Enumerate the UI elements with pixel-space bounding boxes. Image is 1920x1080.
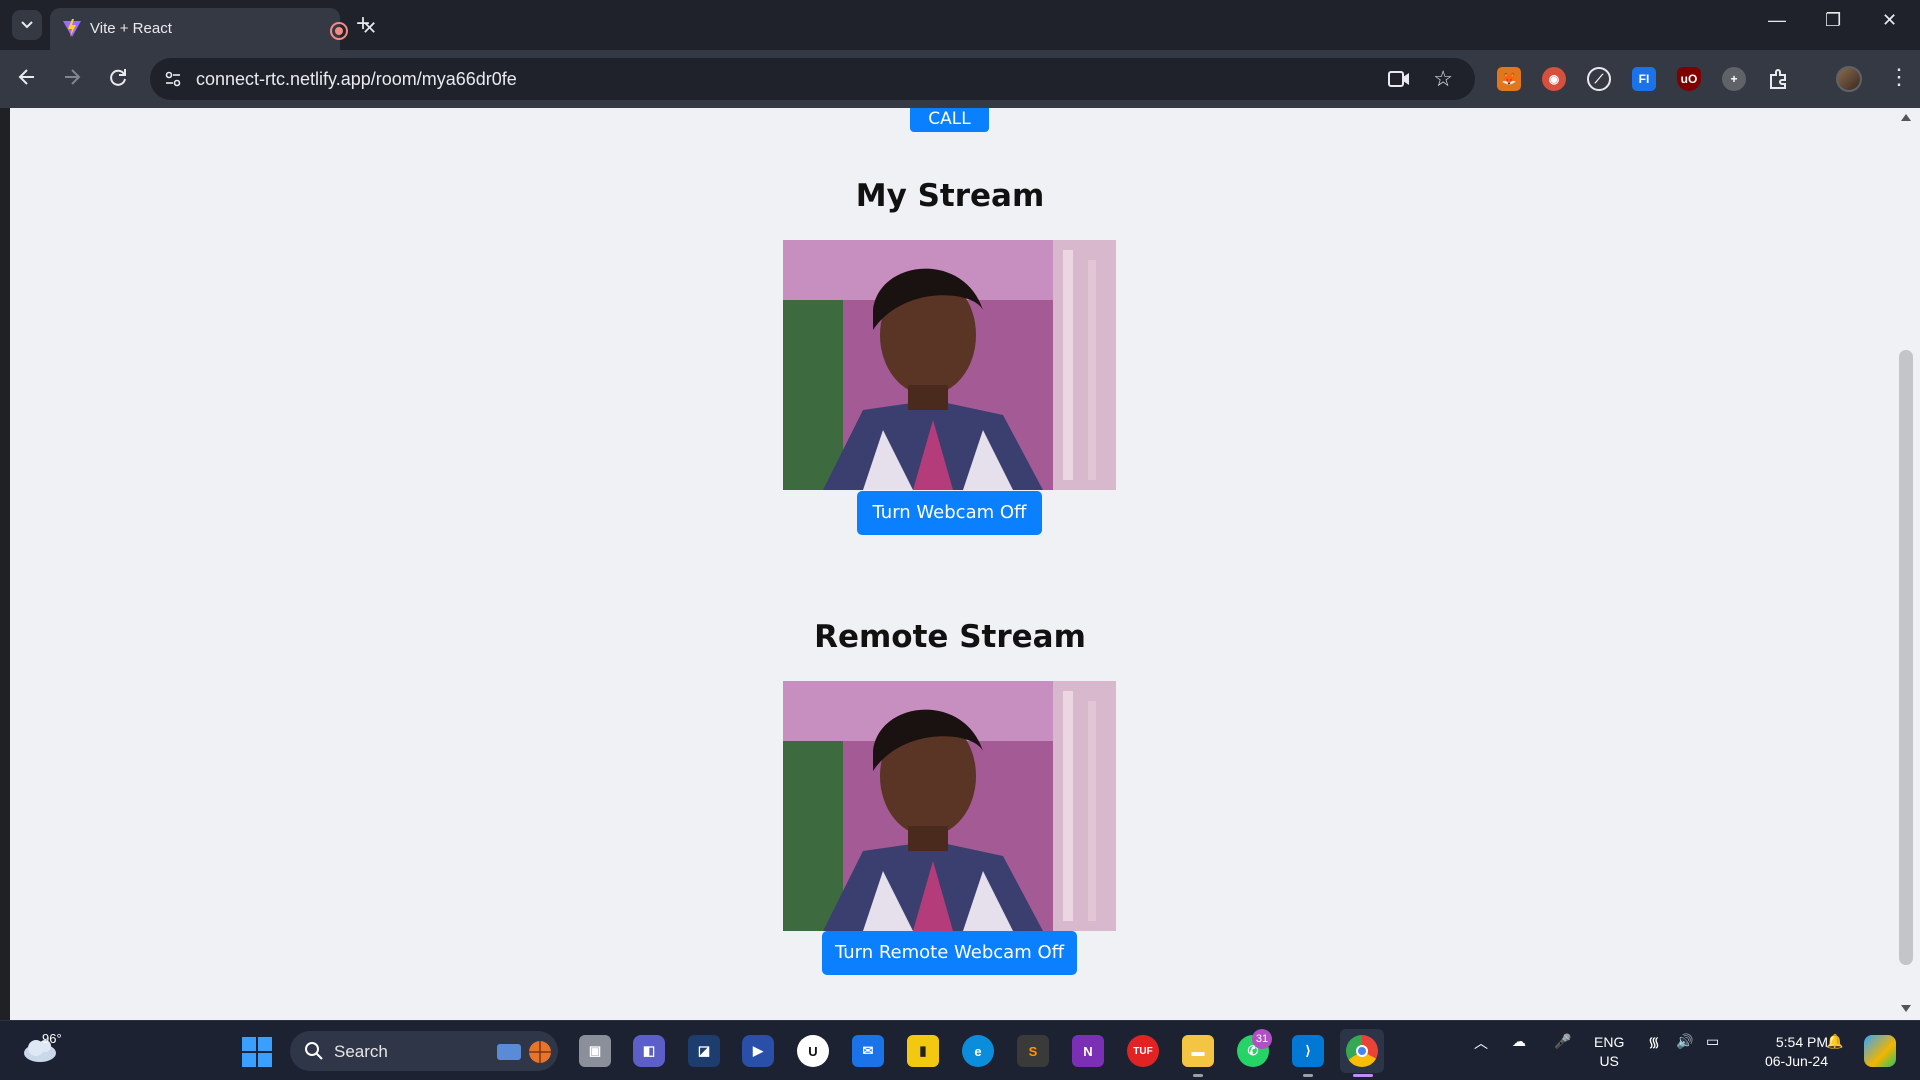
tab-strip: Vite + React ✕ + — ❐ ✕ [0, 0, 1920, 50]
copilot-icon[interactable] [1864, 1035, 1896, 1067]
call-button[interactable]: CALL [910, 108, 989, 132]
page-viewport: CALL My Stream Turn Webcam Off Remote St… [10, 108, 1890, 1020]
file-explorer-icon[interactable]: ▬ [1182, 1035, 1214, 1067]
explorer-open-indicator [1193, 1074, 1203, 1077]
remote-stream-title: Remote Stream [814, 619, 1086, 655]
mail-icon[interactable]: ✉ [852, 1035, 884, 1067]
tab-title: Vite + React [90, 20, 172, 37]
u-app-icon[interactable]: U [797, 1035, 829, 1067]
taskbar-search[interactable]: Search [290, 1031, 558, 1071]
my-stream-title: My Stream [855, 178, 1045, 214]
page-scrollbar[interactable] [1890, 108, 1920, 1020]
volume-icon[interactable]: 🔊 [1676, 1033, 1693, 1050]
vscode-open-indicator [1303, 1074, 1313, 1077]
search-label: Search [334, 1042, 388, 1061]
chevron-down-icon [21, 21, 33, 29]
restore-button[interactable]: ❐ [1825, 10, 1841, 31]
search-highlight-icon [497, 1041, 551, 1063]
chrome-active-indicator [1353, 1074, 1373, 1077]
tuf-app-icon[interactable]: TUF [1127, 1035, 1159, 1067]
onedrive-icon[interactable]: ☁ [1512, 1033, 1526, 1050]
start-button[interactable] [242, 1037, 272, 1067]
weather-widget[interactable]: 96° [22, 1031, 62, 1068]
add-extension-icon[interactable]: + [1722, 67, 1746, 91]
fi-extension-icon[interactable]: FI [1632, 67, 1656, 91]
mysql-workbench-icon[interactable]: ◪ [688, 1035, 720, 1067]
scroll-up-arrow-icon[interactable] [1901, 114, 1911, 121]
windows-taskbar: 96° Search ▣ ◧ ◪ ▶ U ✉ ▮ e S N TUF ▬ ✆ 3… [0, 1020, 1920, 1080]
task-view-icon[interactable]: ▣ [579, 1035, 611, 1067]
close-window-button[interactable]: ✕ [1882, 10, 1897, 31]
site-info-icon[interactable] [164, 70, 182, 88]
new-tab-button[interactable]: + [356, 10, 370, 38]
turn-webcam-off-button[interactable]: Turn Webcam Off [857, 491, 1042, 535]
browser-tab[interactable]: Vite + React ✕ [50, 8, 377, 50]
weather-temperature: 96° [42, 1031, 62, 1046]
windows-logo-icon [242, 1037, 256, 1051]
language-indicator[interactable]: ENG US [1594, 1033, 1624, 1071]
vite-logo-icon [63, 19, 81, 37]
my-stream-video [783, 240, 1116, 490]
vscode-icon[interactable]: ⟩ [1292, 1035, 1324, 1067]
scroll-down-arrow-icon[interactable] [1901, 1005, 1911, 1012]
clock-date: 06-Jun-24 [1764, 1053, 1828, 1069]
ublock-extension-icon[interactable]: uO [1677, 67, 1701, 91]
turn-remote-webcam-off-button[interactable]: Turn Remote Webcam Off [822, 931, 1077, 975]
metamask-extension-icon[interactable]: 🦊 [1497, 67, 1521, 91]
url-text: connect-rtc.netlify.app/room/mya66dr0fe [196, 69, 517, 89]
search-icon [305, 1042, 323, 1060]
power-automate-icon[interactable]: ▶ [742, 1035, 774, 1067]
chrome-icon[interactable] [1346, 1035, 1378, 1067]
extensions-puzzle-icon[interactable] [1767, 67, 1791, 91]
microphone-icon[interactable]: 🎤 [1554, 1033, 1571, 1050]
system-clock[interactable]: 5:54 PM 06-Jun-24 [1746, 1033, 1828, 1071]
language-code: ENG [1594, 1034, 1625, 1050]
extension-icon[interactable]: ◉ [1542, 67, 1566, 91]
battery-icon[interactable]: ▭ [1706, 1033, 1719, 1050]
minimize-button[interactable]: — [1768, 10, 1786, 31]
browser-menu-icon[interactable]: ⋮ [1888, 66, 1910, 88]
onenote-icon[interactable]: N [1072, 1035, 1104, 1067]
notification-bell-icon[interactable]: 🔔 [1826, 1033, 1843, 1050]
tab-search-button[interactable] [12, 10, 42, 40]
keyboard-region: US [1599, 1053, 1619, 1069]
edge-browser-icon[interactable]: e [962, 1035, 994, 1067]
scroll-thumb[interactable] [1899, 350, 1913, 965]
profile-avatar[interactable] [1836, 66, 1862, 92]
power-bi-icon[interactable]: ▮ [907, 1035, 939, 1067]
back-icon[interactable] [16, 66, 38, 88]
sublime-text-icon[interactable]: S [1017, 1035, 1049, 1067]
show-hidden-icons-chevron-icon[interactable]: ︿ [1474, 1033, 1488, 1053]
bookmark-star-icon[interactable]: ☆ [1433, 66, 1453, 92]
wifi-icon[interactable]: ᯾ [1648, 1033, 1660, 1052]
reload-icon[interactable] [107, 66, 129, 88]
address-bar[interactable]: connect-rtc.netlify.app/room/mya66dr0fe … [150, 58, 1475, 100]
whatsapp-notification-badge: 31 [1252, 1029, 1272, 1049]
browser-toolbar: connect-rtc.netlify.app/room/mya66dr0fe … [0, 50, 1920, 108]
clock-time: 5:54 PM [1775, 1034, 1828, 1050]
teams-chat-icon[interactable]: ◧ [633, 1035, 665, 1067]
forward-icon[interactable] [61, 66, 83, 88]
compass-extension-icon[interactable]: ⟋ [1587, 67, 1611, 91]
remote-stream-video [783, 681, 1116, 931]
recording-indicator-icon [330, 22, 348, 40]
camera-in-use-icon[interactable] [1387, 68, 1411, 90]
